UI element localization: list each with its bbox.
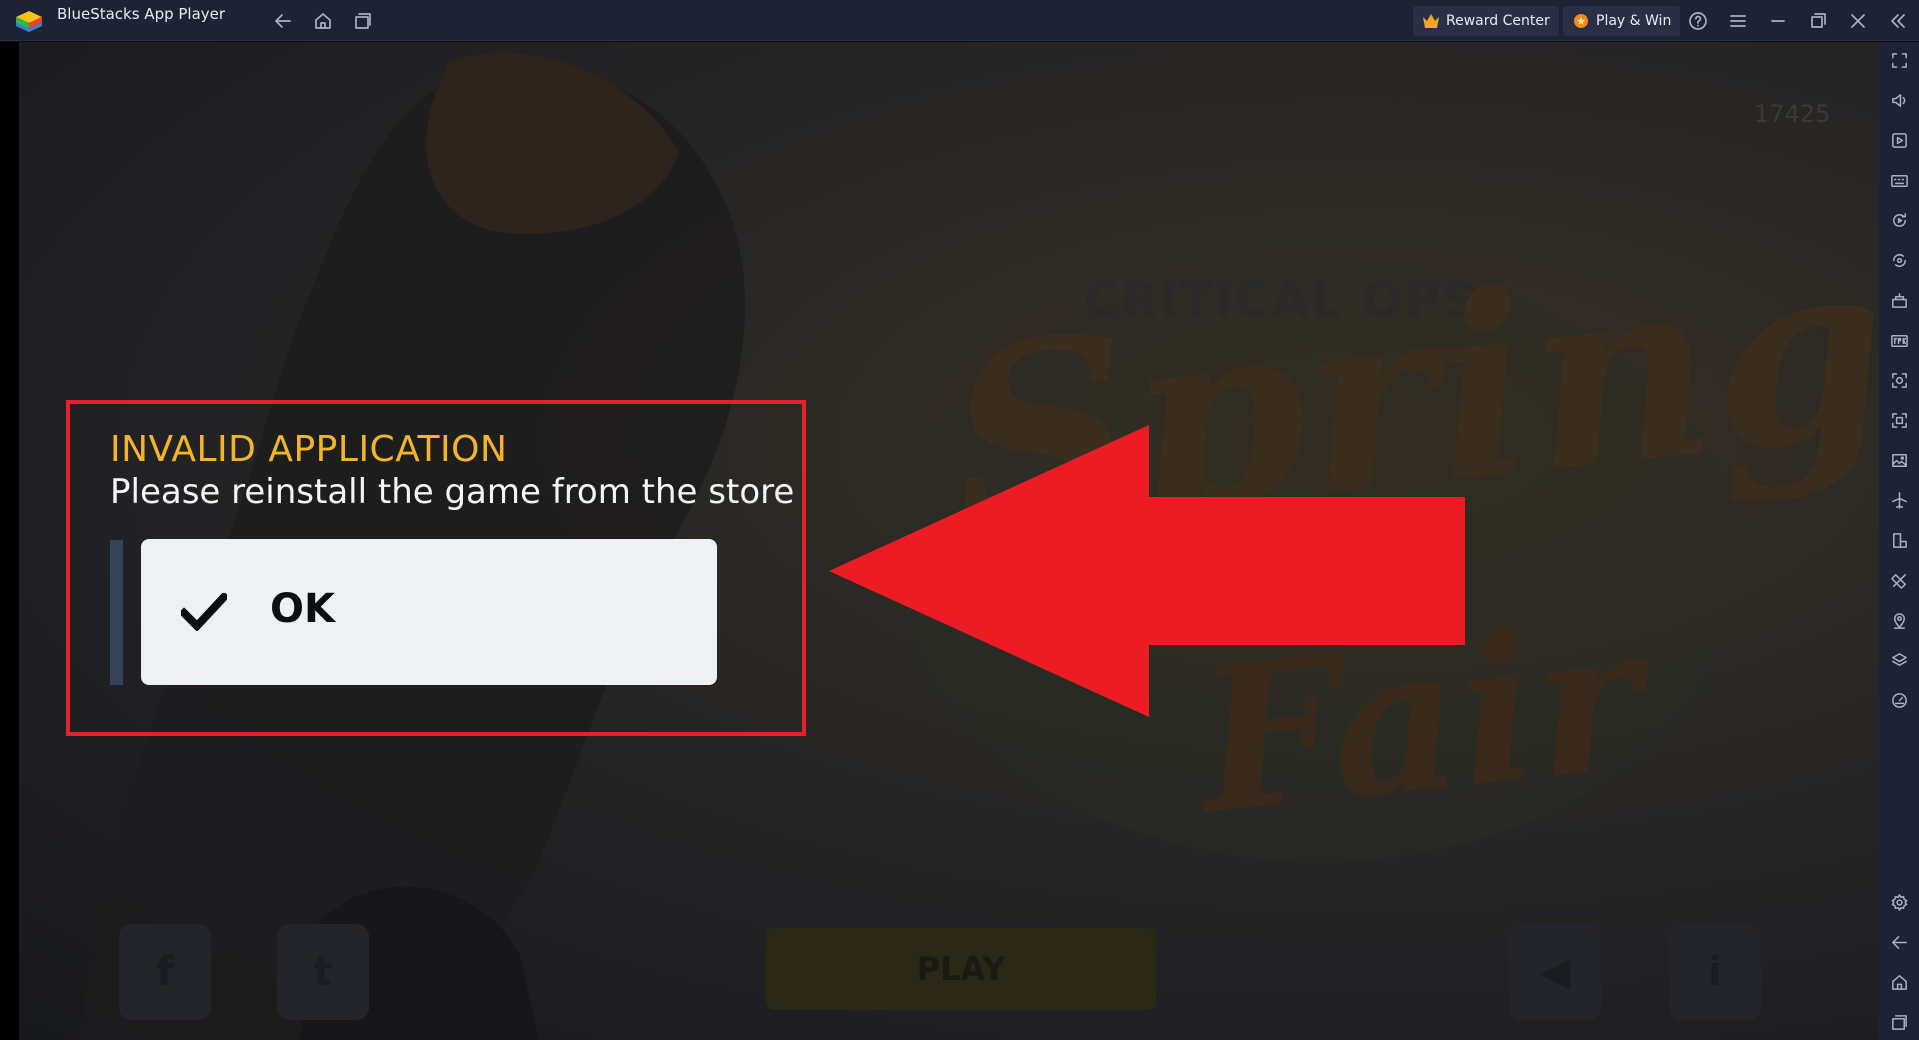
restore-icon[interactable] — [1805, 8, 1831, 34]
background-score: 17425 — [1754, 100, 1831, 128]
left-gutter — [0, 42, 19, 1040]
back-icon[interactable] — [270, 8, 296, 34]
play-win-button[interactable]: Play & Win — [1563, 6, 1681, 36]
title-bar: BlueStacks App Player Reward Center Play… — [0, 0, 1919, 41]
reward-center-label: Reward Center — [1446, 13, 1550, 29]
play-win-label: Play & Win — [1596, 13, 1672, 29]
ok-label: OK — [270, 586, 335, 632]
gallery-icon[interactable] — [1889, 450, 1910, 471]
facebook-icon[interactable]: f — [119, 924, 211, 1020]
keyboard-icon[interactable] — [1889, 170, 1910, 191]
help-icon[interactable] — [1685, 8, 1711, 34]
play-label: PLAY — [916, 950, 1006, 988]
coin-icon — [1574, 14, 1588, 28]
multi-instance-icon[interactable] — [1889, 530, 1910, 551]
ok-focus-accent — [110, 540, 123, 685]
macro-icon[interactable] — [1889, 290, 1910, 311]
minimize-icon[interactable] — [1765, 8, 1791, 34]
fullscreen-icon[interactable] — [1889, 50, 1910, 71]
play-button[interactable]: PLAY — [766, 928, 1156, 1010]
dialog-title: INVALID APPLICATION — [110, 429, 508, 470]
home-icon[interactable] — [310, 8, 336, 34]
bluestacks-logo-icon — [16, 11, 42, 32]
menu-icon[interactable] — [1725, 8, 1751, 34]
volume-icon[interactable] — [1889, 90, 1910, 111]
home-icon[interactable] — [1889, 972, 1910, 993]
red-pointer-arrow — [829, 425, 1465, 717]
info-icon[interactable]: i — [1669, 924, 1761, 1020]
airplane-icon[interactable] — [1889, 490, 1910, 511]
ok-button[interactable]: OK — [141, 539, 717, 685]
sync-icon[interactable] — [1889, 250, 1910, 271]
sound-icon[interactable]: ◀ — [1509, 924, 1601, 1020]
app-title: BlueStacks App Player — [57, 5, 226, 23]
settings-icon[interactable] — [1889, 892, 1910, 913]
dialog-message: Please reinstall the game from the store — [110, 472, 795, 512]
back-icon[interactable] — [1889, 932, 1910, 953]
reward-center-button[interactable]: Reward Center — [1413, 6, 1559, 36]
record-icon[interactable] — [1889, 410, 1910, 431]
layers-icon[interactable] — [1889, 650, 1910, 671]
recent-apps-icon[interactable] — [350, 8, 376, 34]
collapse-sidebar-icon[interactable] — [1885, 8, 1911, 34]
apk-icon[interactable] — [1889, 330, 1910, 351]
location-icon[interactable] — [1889, 610, 1910, 631]
rotate-icon[interactable] — [1889, 210, 1910, 231]
checkmark-icon — [181, 593, 227, 631]
recent-apps-icon[interactable] — [1889, 1012, 1910, 1033]
performance-icon[interactable] — [1889, 690, 1910, 711]
twitter-icon[interactable]: t — [277, 924, 369, 1020]
screenshot-icon[interactable] — [1889, 370, 1910, 391]
crown-icon — [1423, 14, 1439, 28]
eco-mode-icon[interactable] — [1889, 570, 1910, 591]
close-icon[interactable] — [1845, 8, 1871, 34]
media-icon[interactable] — [1889, 130, 1910, 151]
right-sidebar — [1879, 42, 1919, 1040]
